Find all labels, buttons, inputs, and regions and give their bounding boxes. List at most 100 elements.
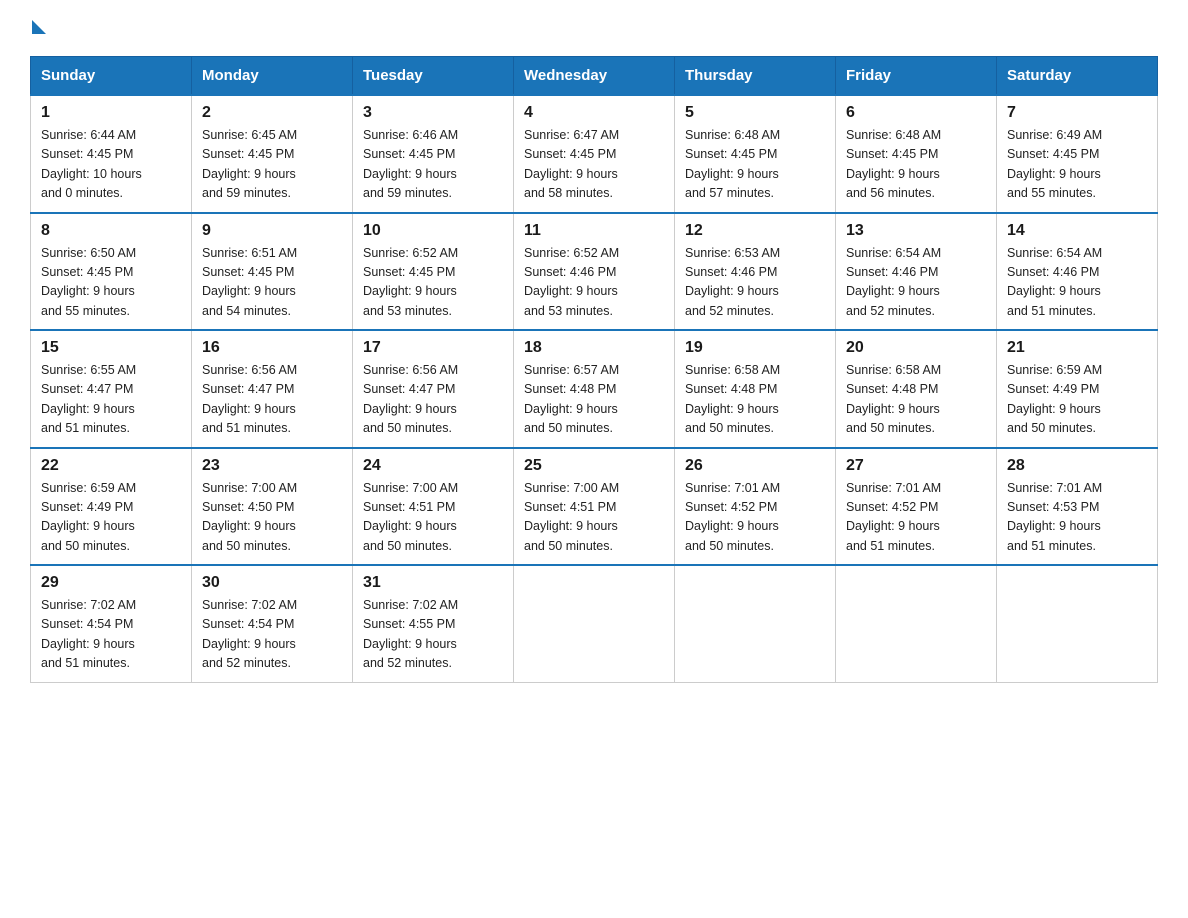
- day-number: 24: [363, 457, 503, 475]
- col-friday: Friday: [836, 57, 997, 96]
- day-number: 18: [524, 339, 664, 357]
- logo: [30, 20, 46, 38]
- table-row: 22 Sunrise: 6:59 AMSunset: 4:49 PMDaylig…: [31, 448, 192, 566]
- calendar-week-row: 29 Sunrise: 7:02 AMSunset: 4:54 PMDaylig…: [31, 565, 1158, 682]
- table-row: 7 Sunrise: 6:49 AMSunset: 4:45 PMDayligh…: [997, 95, 1158, 213]
- day-info: Sunrise: 7:01 AMSunset: 4:52 PMDaylight:…: [846, 481, 941, 553]
- day-number: 5: [685, 104, 825, 122]
- table-row: 4 Sunrise: 6:47 AMSunset: 4:45 PMDayligh…: [514, 95, 675, 213]
- day-info: Sunrise: 6:59 AMSunset: 4:49 PMDaylight:…: [1007, 363, 1102, 435]
- day-number: 12: [685, 222, 825, 240]
- day-info: Sunrise: 6:48 AMSunset: 4:45 PMDaylight:…: [846, 128, 941, 200]
- calendar-week-row: 22 Sunrise: 6:59 AMSunset: 4:49 PMDaylig…: [31, 448, 1158, 566]
- day-info: Sunrise: 7:00 AMSunset: 4:51 PMDaylight:…: [363, 481, 458, 553]
- day-number: 11: [524, 222, 664, 240]
- day-number: 27: [846, 457, 986, 475]
- day-number: 23: [202, 457, 342, 475]
- day-info: Sunrise: 6:45 AMSunset: 4:45 PMDaylight:…: [202, 128, 297, 200]
- table-row: 14 Sunrise: 6:54 AMSunset: 4:46 PMDaylig…: [997, 213, 1158, 331]
- day-info: Sunrise: 6:54 AMSunset: 4:46 PMDaylight:…: [846, 246, 941, 318]
- day-number: 20: [846, 339, 986, 357]
- day-number: 29: [41, 574, 181, 592]
- col-wednesday: Wednesday: [514, 57, 675, 96]
- day-info: Sunrise: 7:02 AMSunset: 4:54 PMDaylight:…: [41, 598, 136, 670]
- table-row: 12 Sunrise: 6:53 AMSunset: 4:46 PMDaylig…: [675, 213, 836, 331]
- table-row: 21 Sunrise: 6:59 AMSunset: 4:49 PMDaylig…: [997, 330, 1158, 448]
- col-monday: Monday: [192, 57, 353, 96]
- day-number: 21: [1007, 339, 1147, 357]
- table-row: 24 Sunrise: 7:00 AMSunset: 4:51 PMDaylig…: [353, 448, 514, 566]
- table-row: 13 Sunrise: 6:54 AMSunset: 4:46 PMDaylig…: [836, 213, 997, 331]
- col-saturday: Saturday: [997, 57, 1158, 96]
- day-info: Sunrise: 6:58 AMSunset: 4:48 PMDaylight:…: [846, 363, 941, 435]
- table-row: 15 Sunrise: 6:55 AMSunset: 4:47 PMDaylig…: [31, 330, 192, 448]
- day-number: 4: [524, 104, 664, 122]
- day-info: Sunrise: 6:52 AMSunset: 4:45 PMDaylight:…: [363, 246, 458, 318]
- day-info: Sunrise: 6:55 AMSunset: 4:47 PMDaylight:…: [41, 363, 136, 435]
- day-number: 7: [1007, 104, 1147, 122]
- table-row: [514, 565, 675, 682]
- day-number: 19: [685, 339, 825, 357]
- day-info: Sunrise: 6:48 AMSunset: 4:45 PMDaylight:…: [685, 128, 780, 200]
- table-row: 29 Sunrise: 7:02 AMSunset: 4:54 PMDaylig…: [31, 565, 192, 682]
- table-row: 31 Sunrise: 7:02 AMSunset: 4:55 PMDaylig…: [353, 565, 514, 682]
- day-info: Sunrise: 6:57 AMSunset: 4:48 PMDaylight:…: [524, 363, 619, 435]
- table-row: 5 Sunrise: 6:48 AMSunset: 4:45 PMDayligh…: [675, 95, 836, 213]
- day-info: Sunrise: 6:50 AMSunset: 4:45 PMDaylight:…: [41, 246, 136, 318]
- table-row: 18 Sunrise: 6:57 AMSunset: 4:48 PMDaylig…: [514, 330, 675, 448]
- col-thursday: Thursday: [675, 57, 836, 96]
- day-number: 25: [524, 457, 664, 475]
- table-row: 16 Sunrise: 6:56 AMSunset: 4:47 PMDaylig…: [192, 330, 353, 448]
- day-info: Sunrise: 6:51 AMSunset: 4:45 PMDaylight:…: [202, 246, 297, 318]
- day-info: Sunrise: 7:00 AMSunset: 4:51 PMDaylight:…: [524, 481, 619, 553]
- day-number: 26: [685, 457, 825, 475]
- day-info: Sunrise: 7:01 AMSunset: 4:52 PMDaylight:…: [685, 481, 780, 553]
- table-row: 8 Sunrise: 6:50 AMSunset: 4:45 PMDayligh…: [31, 213, 192, 331]
- day-number: 31: [363, 574, 503, 592]
- day-number: 28: [1007, 457, 1147, 475]
- table-row: 10 Sunrise: 6:52 AMSunset: 4:45 PMDaylig…: [353, 213, 514, 331]
- col-sunday: Sunday: [31, 57, 192, 96]
- col-tuesday: Tuesday: [353, 57, 514, 96]
- day-number: 8: [41, 222, 181, 240]
- day-number: 16: [202, 339, 342, 357]
- logo-triangle-icon: [32, 20, 46, 34]
- day-info: Sunrise: 6:59 AMSunset: 4:49 PMDaylight:…: [41, 481, 136, 553]
- table-row: 6 Sunrise: 6:48 AMSunset: 4:45 PMDayligh…: [836, 95, 997, 213]
- table-row: [675, 565, 836, 682]
- table-row: 17 Sunrise: 6:56 AMSunset: 4:47 PMDaylig…: [353, 330, 514, 448]
- table-row: 20 Sunrise: 6:58 AMSunset: 4:48 PMDaylig…: [836, 330, 997, 448]
- table-row: 2 Sunrise: 6:45 AMSunset: 4:45 PMDayligh…: [192, 95, 353, 213]
- day-info: Sunrise: 7:02 AMSunset: 4:55 PMDaylight:…: [363, 598, 458, 670]
- calendar-header-row: Sunday Monday Tuesday Wednesday Thursday…: [31, 57, 1158, 96]
- day-number: 3: [363, 104, 503, 122]
- day-info: Sunrise: 7:02 AMSunset: 4:54 PMDaylight:…: [202, 598, 297, 670]
- table-row: 23 Sunrise: 7:00 AMSunset: 4:50 PMDaylig…: [192, 448, 353, 566]
- day-number: 1: [41, 104, 181, 122]
- table-row: 1 Sunrise: 6:44 AMSunset: 4:45 PMDayligh…: [31, 95, 192, 213]
- day-info: Sunrise: 6:47 AMSunset: 4:45 PMDaylight:…: [524, 128, 619, 200]
- table-row: 3 Sunrise: 6:46 AMSunset: 4:45 PMDayligh…: [353, 95, 514, 213]
- table-row: 30 Sunrise: 7:02 AMSunset: 4:54 PMDaylig…: [192, 565, 353, 682]
- table-row: 26 Sunrise: 7:01 AMSunset: 4:52 PMDaylig…: [675, 448, 836, 566]
- day-info: Sunrise: 6:53 AMSunset: 4:46 PMDaylight:…: [685, 246, 780, 318]
- calendar-table: Sunday Monday Tuesday Wednesday Thursday…: [30, 56, 1158, 683]
- day-info: Sunrise: 7:00 AMSunset: 4:50 PMDaylight:…: [202, 481, 297, 553]
- day-info: Sunrise: 6:52 AMSunset: 4:46 PMDaylight:…: [524, 246, 619, 318]
- day-info: Sunrise: 6:56 AMSunset: 4:47 PMDaylight:…: [363, 363, 458, 435]
- calendar-week-row: 15 Sunrise: 6:55 AMSunset: 4:47 PMDaylig…: [31, 330, 1158, 448]
- page-header: [30, 20, 1158, 38]
- calendar-week-row: 1 Sunrise: 6:44 AMSunset: 4:45 PMDayligh…: [31, 95, 1158, 213]
- day-number: 2: [202, 104, 342, 122]
- calendar-week-row: 8 Sunrise: 6:50 AMSunset: 4:45 PMDayligh…: [31, 213, 1158, 331]
- day-number: 6: [846, 104, 986, 122]
- table-row: 11 Sunrise: 6:52 AMSunset: 4:46 PMDaylig…: [514, 213, 675, 331]
- day-number: 22: [41, 457, 181, 475]
- day-info: Sunrise: 6:56 AMSunset: 4:47 PMDaylight:…: [202, 363, 297, 435]
- table-row: [997, 565, 1158, 682]
- table-row: 19 Sunrise: 6:58 AMSunset: 4:48 PMDaylig…: [675, 330, 836, 448]
- day-info: Sunrise: 6:46 AMSunset: 4:45 PMDaylight:…: [363, 128, 458, 200]
- table-row: 28 Sunrise: 7:01 AMSunset: 4:53 PMDaylig…: [997, 448, 1158, 566]
- day-number: 17: [363, 339, 503, 357]
- day-number: 14: [1007, 222, 1147, 240]
